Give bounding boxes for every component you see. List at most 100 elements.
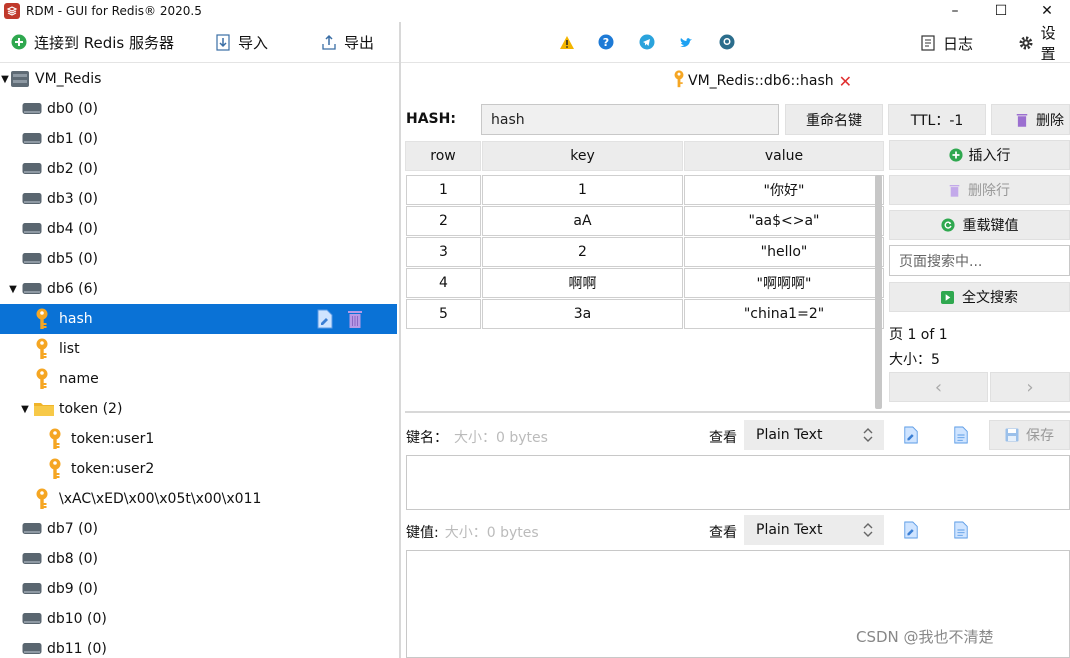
column-header-value[interactable]: value [684,141,884,171]
minimize-button[interactable]: – [932,0,978,22]
tree-key-row[interactable]: token:user1 [0,424,399,454]
fulltext-search-button[interactable]: 全文搜索 [889,282,1070,312]
telegram-icon[interactable] [639,34,655,50]
tree-key-row[interactable]: name [0,364,399,394]
delete-row-button[interactable]: 删除行 [889,175,1070,205]
db-label: db6 (6) [47,281,98,297]
table-cell-row[interactable]: 5 [406,299,481,329]
table-cell-value[interactable]: "china1=2" [684,299,884,329]
document-icon[interactable] [950,519,972,541]
import-label: 导入 [238,33,269,52]
key-editor-title: 键名： 大小：0 bytes [406,427,548,447]
tab-label: VM_Redis::db6::hash [688,73,834,89]
value-editor-size: 大小：0 bytes [444,525,539,541]
column-header-row[interactable]: row [405,141,481,171]
tree-db-row[interactable]: db11 (0) [0,634,399,658]
twitter-icon[interactable] [679,34,695,50]
help-icon[interactable]: ? [598,34,614,50]
tree-db-row[interactable]: db8 (0) [0,544,399,574]
table-cell-row[interactable]: 2 [406,206,481,236]
folder-icon [33,401,55,417]
table-cell-row[interactable]: 3 [406,237,481,267]
copy-key-icon[interactable] [315,309,335,329]
edit-text-icon[interactable] [900,519,922,541]
log-button[interactable]: 日志 [919,28,973,58]
tree-db-row[interactable]: db1 (0) [0,124,399,154]
page-search-input[interactable]: 页面搜索中... [889,245,1070,276]
key-tab[interactable]: VM_Redis::db6::hash ✕ [401,64,1070,94]
table-cell-key[interactable]: 1 [482,175,683,205]
table-cell-key[interactable]: 啊啊 [482,268,683,298]
export-button[interactable]: 导出 [320,27,374,57]
warning-icon[interactable] [559,34,575,50]
reload-value-button[interactable]: 重载键值 [889,210,1070,240]
select-chevron-icon [863,523,873,537]
maximize-button[interactable]: ☐ [978,0,1024,22]
tree-db-row[interactable]: db0 (0) [0,94,399,124]
settings-button[interactable]: 设置 [1017,24,1070,63]
tree-db6-row[interactable]: ▼ db6 (6) [0,274,399,304]
column-header-key[interactable]: key [482,141,683,171]
save-icon [1005,428,1019,442]
delete-key-button[interactable]: 删除 [991,104,1070,135]
tree-folder-row[interactable]: ▼ token (2) [0,394,399,424]
import-button[interactable]: 导入 [214,27,268,57]
table-cell-row[interactable]: 4 [406,268,481,298]
key-name-editor[interactable] [406,455,1070,510]
value-format-select[interactable]: Plain Text [744,515,884,545]
database-icon [22,552,42,566]
expand-arrow-icon[interactable]: ▼ [8,284,18,295]
document-icon[interactable] [950,424,972,446]
save-button[interactable]: 保存 [989,420,1070,450]
tree-db-row[interactable]: db10 (0) [0,604,399,634]
table-cell-row[interactable]: 1 [406,175,481,205]
insert-row-button[interactable]: 插入行 [889,140,1070,170]
export-label: 导出 [344,33,375,52]
database-icon [22,582,42,596]
tree-key-row[interactable]: token:user2 [0,454,399,484]
tree-key-row[interactable]: list [0,334,399,364]
folder-label: token (2) [59,401,123,417]
splitter[interactable] [399,22,401,658]
tree-key-row[interactable]: \xAC\xED\x00\x05t\x00\x011 [0,484,399,514]
next-page-button[interactable]: › [990,372,1070,402]
table-cell-key[interactable]: 3a [482,299,683,329]
table-cell-value[interactable]: "hello" [684,237,884,267]
trash-icon[interactable] [345,309,365,329]
github-icon[interactable] [719,34,735,50]
table-cell-value[interactable]: "你好" [684,175,884,205]
tree-db-row[interactable]: db9 (0) [0,574,399,604]
format-value: Plain Text [756,522,823,538]
tree-db-row[interactable]: db5 (0) [0,244,399,274]
tree-db-row[interactable]: db7 (0) [0,514,399,544]
edit-text-icon[interactable] [900,424,922,446]
svg-text:?: ? [603,36,609,49]
log-icon [919,34,937,52]
tree-server-row[interactable]: ▼ VM_Redis [0,64,399,94]
table-scrollbar[interactable] [875,175,882,409]
database-icon [22,282,42,296]
tree-db-row[interactable]: db4 (0) [0,214,399,244]
tree-key-row-selected[interactable]: hash [0,304,397,334]
key-label: hash [59,311,93,327]
table-cell-value[interactable]: "啊啊啊" [684,268,884,298]
close-tab-icon[interactable]: ✕ [839,72,852,91]
table-cell-key[interactable]: 2 [482,237,683,267]
rdm-logo-icon [4,3,20,19]
close-window-button[interactable]: ✕ [1024,0,1070,22]
prev-page-button[interactable]: ‹ [889,372,988,402]
key-name-field[interactable]: hash [481,104,779,135]
ttl-button[interactable]: TTL：-1 [888,104,986,135]
key-label: token:user2 [71,461,155,477]
row-count: 大小：5 [889,352,940,368]
tree-db-row[interactable]: db2 (0) [0,154,399,184]
key-format-select[interactable]: Plain Text [744,420,884,450]
table-cell-value[interactable]: "aa$<>a" [684,206,884,236]
rename-key-button[interactable]: 重命名键 [785,104,883,135]
connect-redis-button[interactable]: 连接到 Redis 服务器 [10,27,174,57]
horizontal-splitter[interactable] [405,411,1070,413]
key-icon [35,368,49,390]
tree-db-row[interactable]: db3 (0) [0,184,399,214]
expand-arrow-icon[interactable]: ▼ [20,404,30,415]
table-cell-key[interactable]: aA [482,206,683,236]
